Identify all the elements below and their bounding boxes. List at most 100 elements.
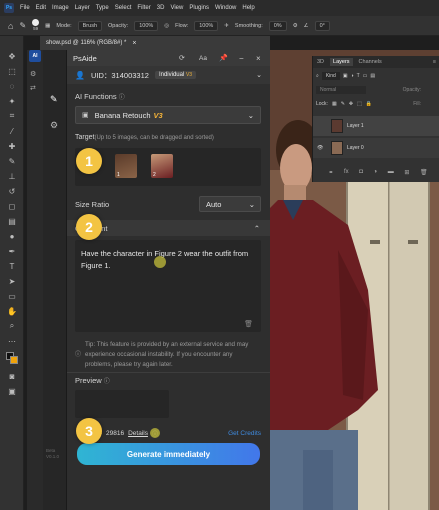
type-tool-icon[interactable]: T	[6, 260, 18, 272]
menu-plugins[interactable]: Plugins	[189, 5, 209, 11]
size-ratio-select[interactable]: Auto ⌄	[199, 196, 261, 212]
menu-image[interactable]: Image	[52, 5, 69, 11]
new-layer-icon[interactable]: ⊞	[404, 169, 409, 176]
lock-all-icon[interactable]: 🔒	[366, 101, 372, 107]
close-icon[interactable]: ×	[256, 54, 261, 63]
blend-mode-select[interactable]: Normal	[316, 86, 366, 94]
color-swatches[interactable]	[6, 352, 18, 364]
marquee-tool-icon[interactable]: ⬚	[6, 65, 18, 77]
minimize-icon[interactable]: −	[239, 54, 244, 63]
lock-paint-icon[interactable]: ✎	[341, 101, 345, 107]
lasso-tool-icon[interactable]: ◌	[6, 80, 18, 92]
layer-row-layer-1[interactable]: Layer 1	[313, 116, 439, 136]
quick-mask-icon[interactable]: ◙	[6, 370, 18, 382]
menu-layer[interactable]: Layer	[75, 5, 90, 11]
menu-type[interactable]: Type	[96, 5, 109, 11]
ai-function-select[interactable]: ▣ Banana Retouch V3 ⌄	[75, 106, 261, 124]
smoothing-options-icon[interactable]: ⚙	[293, 23, 298, 29]
pen-tool-icon[interactable]: ✒	[6, 245, 18, 257]
filter-kind-select[interactable]: Kind	[321, 72, 340, 80]
mode-select[interactable]: Brush	[77, 20, 103, 31]
ai-functions-info-icon[interactable]: ⓘ	[119, 95, 125, 101]
link-layers-icon[interactable]: ⚭	[328, 169, 333, 176]
filter-smart-icon[interactable]: ▤	[370, 73, 375, 79]
comment-textarea[interactable]: Have the character in Figure 2 wear the …	[75, 240, 261, 332]
history-brush-icon[interactable]: ↺	[6, 185, 18, 197]
eraser-tool-icon[interactable]: ◻	[6, 200, 18, 212]
screen-mode-icon[interactable]: ▣	[6, 385, 18, 397]
gradient-tool-icon[interactable]: ▤	[6, 215, 18, 227]
menu-window[interactable]: Window	[215, 5, 236, 11]
angle-icon[interactable]: ∠	[304, 23, 309, 29]
lock-pixels-icon[interactable]: ▦	[332, 101, 337, 107]
tab-3d[interactable]: 3D	[317, 59, 324, 65]
zoom-tool-icon[interactable]: ⌕	[6, 320, 18, 332]
home-icon[interactable]: ⌂	[8, 21, 13, 31]
stamp-tool-icon[interactable]: ⊥	[6, 170, 18, 182]
preview-info-icon[interactable]: ⓘ	[104, 379, 110, 385]
menu-select[interactable]: Select	[115, 5, 132, 11]
hand-tool-icon[interactable]: ✋	[6, 305, 18, 317]
tab-channels[interactable]: Channels	[359, 59, 382, 65]
generate-button[interactable]: Generate immediately	[77, 443, 260, 465]
pressure-opacity-icon[interactable]: ◎	[164, 23, 169, 29]
smoothing-field[interactable]: 0%	[268, 20, 287, 31]
clear-comment-icon[interactable]: 🗑	[244, 320, 253, 328]
account-chevron-icon[interactable]: ⌄	[256, 71, 262, 79]
filter-pixel-icon[interactable]: ▣	[343, 73, 348, 79]
pin-icon[interactable]: 📌	[219, 54, 228, 62]
path-select-tool-icon[interactable]: ➤	[6, 275, 18, 287]
details-link[interactable]: Details	[128, 430, 148, 437]
brush-settings-icon[interactable]: ▦	[45, 23, 50, 29]
menu-3d[interactable]: 3D	[157, 5, 165, 11]
refresh-icon[interactable]: ⟳	[179, 54, 185, 62]
edit-icon[interactable]: ✎	[50, 94, 62, 106]
move-tool-icon[interactable]: ✥	[6, 50, 18, 62]
menu-edit[interactable]: Edit	[36, 5, 46, 11]
crop-tool-icon[interactable]: ⌗	[6, 110, 18, 122]
comment-collapse-icon[interactable]: ⌃	[254, 224, 260, 233]
target-thumb-1[interactable]: 1	[115, 154, 137, 178]
eyedropper-tool-icon[interactable]: ⁄	[6, 125, 18, 137]
visibility-eye-icon[interactable]: 👁	[317, 145, 323, 151]
filter-shape-icon[interactable]: ▭	[363, 73, 368, 79]
angle-field[interactable]: 0°	[314, 20, 330, 31]
menu-view[interactable]: View	[170, 5, 183, 11]
brush-preset-picker[interactable]: 59	[32, 19, 40, 32]
add-mask-icon[interactable]: ◘	[359, 169, 363, 175]
healing-tool-icon[interactable]: ✚	[6, 140, 18, 152]
new-group-icon[interactable]: ▬	[388, 169, 394, 175]
opacity-field[interactable]: 100%	[134, 20, 159, 31]
airbrush-icon[interactable]: ✈	[224, 23, 229, 29]
target-image-list[interactable]: 1 2	[75, 148, 261, 186]
shape-tool-icon[interactable]: ▭	[6, 290, 18, 302]
layer-row-layer-0[interactable]: 👁 Layer 0	[313, 138, 439, 158]
delete-layer-icon[interactable]: 🗑	[420, 169, 428, 176]
rail-icon-2[interactable]: ⇄	[30, 84, 36, 92]
brush-tool-icon[interactable]: ✎	[19, 21, 26, 30]
psaide-badge-icon[interactable]: AI	[29, 50, 41, 62]
flow-field[interactable]: 100%	[194, 20, 219, 31]
lock-position-icon[interactable]: ✥	[349, 101, 353, 107]
brush-tool-icon[interactable]: ✎	[6, 155, 18, 167]
target-thumb-2[interactable]: 2	[151, 154, 173, 178]
rail-icon-1[interactable]: ⚙	[30, 70, 36, 78]
account-row[interactable]: 👤 UID：314003312 Individual V3 ⌄	[67, 66, 270, 84]
quick-select-tool-icon[interactable]: ✦	[6, 95, 18, 107]
menu-filter[interactable]: Filter	[137, 5, 150, 11]
filter-search-icon[interactable]: ⌕	[316, 73, 319, 79]
more-tools-icon[interactable]: ⋯	[6, 335, 18, 347]
translate-icon[interactable]: Aa	[199, 55, 207, 62]
close-tab-icon[interactable]: ×	[132, 40, 136, 47]
settings-icon[interactable]: ⚙	[50, 120, 62, 132]
filter-type-icon[interactable]: T	[357, 73, 360, 79]
get-credits-link[interactable]: Get Credits	[228, 430, 261, 437]
dodge-tool-icon[interactable]: ●	[6, 230, 18, 242]
panel-menu-icon[interactable]: ≡	[433, 59, 436, 65]
document-tab[interactable]: show.psd @ 116% (RGB/8#) * ×	[40, 36, 270, 50]
menu-help[interactable]: Help	[242, 5, 254, 11]
lock-artboard-icon[interactable]: ⬚	[357, 101, 362, 107]
adjustment-layer-icon[interactable]: ◑	[374, 169, 378, 175]
menu-file[interactable]: File	[20, 5, 30, 11]
tab-layers[interactable]: Layers	[330, 58, 353, 66]
